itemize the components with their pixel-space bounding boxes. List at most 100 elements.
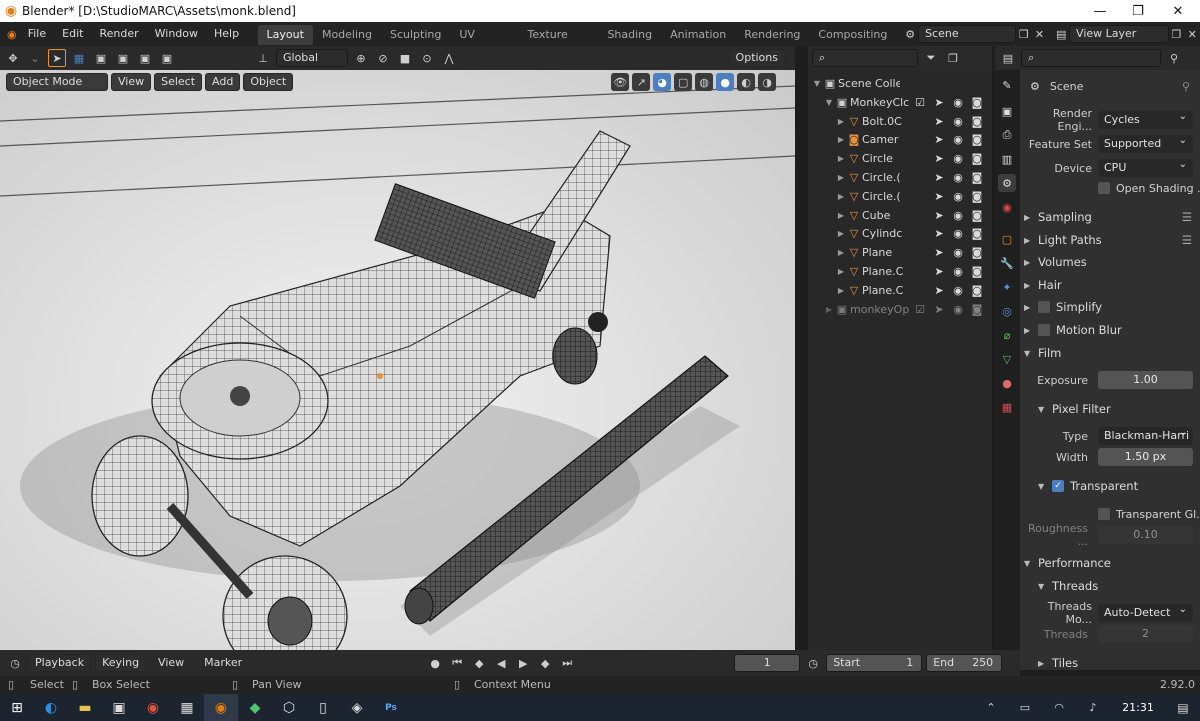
outliner-row[interactable]: ▼ ▣ MonkeyClc ☑ ➤ ◉ ◙ xyxy=(808,93,992,112)
notifications-icon[interactable]: ▤ xyxy=(1166,694,1200,721)
menu-render[interactable]: Render xyxy=(91,22,146,46)
expand-toggle-icon[interactable]: ▼ xyxy=(824,98,834,107)
selectable-icon[interactable]: ➤ xyxy=(932,152,946,165)
visibility-icon[interactable]: 👁 xyxy=(611,73,630,91)
selectable-icon[interactable]: ➤ xyxy=(932,190,946,203)
select-mode-b-icon[interactable]: ▣ xyxy=(114,49,132,67)
expand-toggle-icon[interactable]: ▶ xyxy=(836,117,846,126)
performance-section[interactable]: ▼ Performance xyxy=(1024,552,1196,574)
visibility-icon[interactable]: ◉ xyxy=(951,152,965,165)
pin-panel-icon[interactable]: ⚲ xyxy=(1182,80,1190,93)
current-frame-field[interactable]: 1 xyxy=(734,654,801,672)
proportional-edit-icon[interactable]: ⊙ xyxy=(418,49,436,67)
unity-icon[interactable]: ◈ xyxy=(340,694,374,721)
view-layer-field[interactable]: View Layer xyxy=(1069,25,1169,43)
playback-menu[interactable]: Playback xyxy=(28,654,92,672)
outliner-row[interactable]: ▶ ◙ Camer ➤ ◉ ◙ xyxy=(808,130,992,149)
render-icon[interactable]: ◙ xyxy=(970,303,984,316)
outliner-row[interactable]: ▶ ▽ Cylindc ➤ ◉ ◙ xyxy=(808,224,992,243)
play-icon[interactable]: ▶ xyxy=(514,654,532,672)
editor-dropdown-icon[interactable]: ⌄ xyxy=(26,49,44,67)
blender-taskbar-icon[interactable]: ◉ xyxy=(204,694,238,721)
record-icon[interactable]: ● xyxy=(426,654,444,672)
render-icon[interactable]: ◙ xyxy=(970,284,984,297)
tab-texture-paint[interactable]: Texture Paint xyxy=(518,25,598,61)
visibility-icon[interactable]: ◉ xyxy=(951,246,965,259)
world-tab-icon[interactable]: ◉ xyxy=(998,198,1016,216)
select-box-icon[interactable]: ▦ xyxy=(70,49,88,67)
visibility-icon[interactable]: ◉ xyxy=(951,303,965,316)
outliner-row[interactable]: ▶ ▽ Circle.(➤ ◉ ◙ xyxy=(808,187,992,206)
film-section[interactable]: ▼ Film xyxy=(1024,342,1196,364)
render-icon[interactable]: ◙ xyxy=(970,227,984,240)
outliner-row[interactable]: ▶ ▽ Circle.(➤ ◉ ◙ xyxy=(808,168,992,187)
motion-blur-checkbox[interactable] xyxy=(1038,324,1050,336)
tab-compositing[interactable]: Compositing xyxy=(809,25,896,45)
delete-scene-icon[interactable]: ✕ xyxy=(1032,25,1048,43)
tab-modeling[interactable]: Modeling xyxy=(313,25,381,45)
transparent-checkbox[interactable]: ✓ xyxy=(1052,480,1064,492)
view-layer-tab-icon[interactable]: ▥ xyxy=(998,150,1016,168)
tool-tab-icon[interactable]: ✎ xyxy=(998,76,1016,94)
constraints-tab-icon[interactable]: ⌀ xyxy=(998,326,1016,344)
pixel-filter-section[interactable]: ▼ Pixel Filter xyxy=(1038,398,1196,420)
render-icon[interactable]: ◙ xyxy=(970,115,984,128)
photoshop-icon[interactable]: Ps xyxy=(374,694,408,721)
tab-sculpting[interactable]: Sculpting xyxy=(381,25,450,45)
pin-icon[interactable]: ⚲ xyxy=(1165,49,1183,67)
cube-app-icon[interactable]: ⬡ xyxy=(272,694,306,721)
render-icon[interactable]: ◙ xyxy=(970,190,984,203)
render-tab-icon[interactable]: ▣ xyxy=(998,102,1016,120)
store-icon[interactable]: ▣ xyxy=(102,694,136,721)
visibility-icon[interactable]: ◉ xyxy=(951,265,965,278)
menu-object[interactable]: Object xyxy=(243,73,294,91)
snap-target-icon[interactable]: ■ xyxy=(396,49,414,67)
scene-selector-icon[interactable]: ⚙ xyxy=(902,25,918,43)
visibility-icon[interactable]: ◉ xyxy=(951,96,965,109)
expand-toggle-icon[interactable]: ▶ xyxy=(836,154,846,163)
outliner-row[interactable]: ▼▣Scene Collectic xyxy=(808,74,992,93)
transparent-section[interactable]: ▼ ✓ Transparent xyxy=(1038,475,1196,497)
output-tab-icon[interactable]: ⎙ xyxy=(998,126,1016,144)
material-tab-icon[interactable]: ● xyxy=(998,374,1016,392)
render-icon[interactable]: ◙ xyxy=(970,246,984,259)
visibility-icon[interactable]: ◉ xyxy=(951,115,965,128)
tab-uv-editing[interactable]: UV Editing xyxy=(450,25,518,61)
expand-toggle-icon[interactable]: ▶ xyxy=(836,229,846,238)
timeline-editor-icon[interactable]: ◷ xyxy=(6,654,24,672)
expand-toggle-icon[interactable]: ▶ xyxy=(836,135,846,144)
network-icon[interactable]: ▭ xyxy=(1008,694,1042,721)
frame-end-field[interactable]: End 250 xyxy=(926,654,1003,672)
tab-shading[interactable]: Shading xyxy=(598,25,661,45)
selectable-icon[interactable]: ➤ xyxy=(932,96,946,109)
tray-chevron-icon[interactable]: ⌃ xyxy=(974,694,1008,721)
menu-file[interactable]: File xyxy=(20,22,54,46)
tab-layout[interactable]: Layout xyxy=(257,25,313,45)
timeline-marker-menu[interactable]: Marker xyxy=(196,651,250,675)
select-mode-c-icon[interactable]: ▣ xyxy=(136,49,154,67)
physics-tab-icon[interactable]: ◎ xyxy=(998,302,1016,320)
outliner-row[interactable]: ▶ ▽ Plane.C ➤ ◉ ◙ xyxy=(808,281,992,300)
threads-count-field[interactable]: 2 xyxy=(1098,625,1193,643)
expand-toggle-icon[interactable]: ▶ xyxy=(836,267,846,276)
render-icon[interactable]: ◙ xyxy=(970,209,984,222)
selectable-icon[interactable]: ➤ xyxy=(932,171,946,184)
threads-section[interactable]: ▼ Threads xyxy=(1038,575,1196,597)
delete-view-layer-icon[interactable]: ✕ xyxy=(1184,25,1200,43)
preview-range-icon[interactable]: ◷ xyxy=(804,654,822,672)
jump-end-icon[interactable]: ⏭ xyxy=(558,654,576,672)
expand-toggle-icon[interactable]: ▶ xyxy=(836,211,846,220)
exclude-checkbox-icon[interactable]: ☑ xyxy=(913,303,927,316)
threads-mode-dropdown[interactable]: Auto-Detect xyxy=(1098,601,1193,622)
tab-rendering[interactable]: Rendering xyxy=(735,25,809,45)
document-icon[interactable]: ▯ xyxy=(306,694,340,721)
menu-help[interactable]: Help xyxy=(206,22,247,46)
close-window-button[interactable]: ✕ xyxy=(1158,0,1198,22)
render-icon[interactable]: ◙ xyxy=(970,133,984,146)
exclude-checkbox-icon[interactable]: ☑ xyxy=(913,96,927,109)
blender-menu-icon[interactable]: ◉ xyxy=(4,25,20,43)
scene-field[interactable]: Scene xyxy=(918,25,1016,43)
feature-set-dropdown[interactable]: Supported xyxy=(1098,132,1193,153)
outliner-row[interactable]: ▶ ▽ Circle ➤ ◉ ◙ xyxy=(808,149,992,168)
maximize-button[interactable]: ❐ xyxy=(1118,0,1158,22)
